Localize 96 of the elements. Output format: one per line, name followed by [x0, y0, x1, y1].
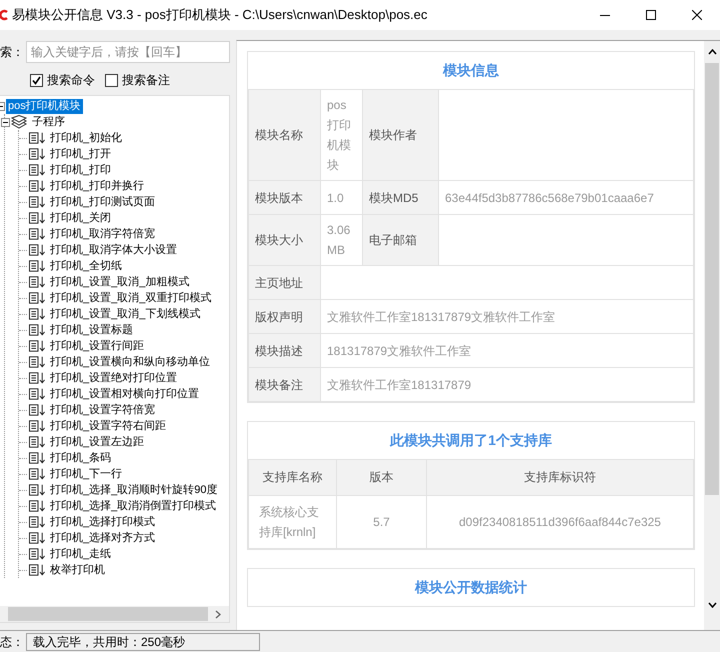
document-arrow-icon	[29, 516, 46, 528]
tree-item[interactable]: 打印机_设置_取消_加粗模式	[48, 274, 192, 290]
document-arrow-icon	[29, 260, 46, 272]
document-arrow-icon	[29, 292, 46, 304]
checkbox[interactable]: 搜索命令	[30, 72, 95, 89]
tree-item[interactable]: 打印机_初始化	[48, 130, 124, 146]
tree-item[interactable]: 打印机_设置行间距	[48, 338, 146, 354]
tree-item[interactable]: 打印机_设置绝对打印位置	[48, 370, 180, 386]
document-arrow-icon	[29, 404, 46, 416]
window-title: 易模块公开信息 V3.3 - pos打印机模块 - C:\Users\cnwan\Desktop\pos.ec	[12, 6, 428, 24]
document-arrow-icon	[29, 196, 46, 208]
table-cell: 系统核心支持库[krnln]	[248, 496, 336, 548]
scrollbar-thumb[interactable]	[705, 63, 719, 495]
field-value: 63e44f5d3b87786c568e79b01caaa6e7	[438, 180, 694, 214]
maximize-icon	[646, 10, 656, 20]
document-arrow-icon	[29, 468, 46, 480]
table-cell: d09f2340818511d396f6aaf844c7e325	[426, 496, 694, 548]
close-icon	[692, 10, 702, 20]
document-arrow-icon	[29, 164, 46, 176]
field-label: 电子邮箱	[362, 214, 438, 266]
tree-item[interactable]: 打印机_设置字符倍宽	[48, 402, 158, 418]
status-label: 态：	[0, 634, 25, 650]
tree-item[interactable]: 打印机_设置横向和纵向移动单位	[48, 354, 212, 370]
status-text: 载入完毕，共用时：250毫秒	[26, 633, 260, 651]
tree-item[interactable]: 打印机_设置左边距	[48, 434, 146, 450]
checkmark-icon	[32, 76, 41, 85]
document-arrow-icon	[29, 452, 46, 464]
document-arrow-icon	[29, 548, 46, 560]
document-arrow-icon	[29, 308, 46, 320]
field-value: 文雅软件工作室181317879文雅软件工作室	[320, 300, 694, 334]
tree-item[interactable]: 打印机_全切纸	[48, 258, 124, 274]
checkbox[interactable]: 搜索备注	[105, 72, 170, 89]
field-label: 模块MD5	[362, 180, 438, 214]
document-arrow-icon	[29, 356, 46, 368]
tree-item[interactable]: 打印机_选择_取消顺时针旋转90度	[48, 482, 220, 498]
tree-item[interactable]: 打印机_设置_取消_下划线模式	[48, 306, 202, 322]
column-header: 支持库标识符	[426, 460, 694, 496]
document-arrow-icon	[29, 532, 46, 544]
collapse-icon[interactable]	[1, 118, 10, 126]
tree-item[interactable]: 打印机_打印测试页面	[48, 194, 158, 210]
document-arrow-icon	[29, 132, 46, 144]
field-label: 模块描述	[248, 334, 320, 368]
tree-item[interactable]: 打印机_打开	[48, 146, 114, 162]
document-arrow-icon	[29, 180, 46, 192]
tree-item[interactable]: 打印机_下一行	[48, 466, 124, 482]
tree-item[interactable]: 打印机_设置标题	[48, 322, 136, 338]
tree-item[interactable]: 枚举打印机	[48, 562, 107, 578]
document-arrow-icon	[29, 340, 46, 352]
scrollbar-thumb[interactable]	[8, 607, 208, 621]
tree-item[interactable]: 打印机_打印	[48, 162, 114, 178]
tree-item[interactable]: 打印机_取消字符倍宽	[48, 226, 158, 242]
app-icon	[0, 9, 8, 21]
tree-item[interactable]: 子程序	[30, 114, 67, 130]
document-arrow-icon	[29, 276, 46, 288]
tree-item[interactable]: 打印机_选择打印模式	[48, 514, 158, 530]
tree-item[interactable]: 打印机_选择_取消消倒置打印模式	[48, 498, 218, 514]
search-label: 索：	[0, 44, 25, 60]
document-arrow-icon	[29, 212, 46, 224]
card-title: 模块信息	[442, 60, 500, 80]
document-arrow-icon	[29, 372, 46, 384]
document-arrow-icon	[29, 244, 46, 256]
tree-item[interactable]: 打印机_设置_取消_双重打印模式	[48, 290, 214, 306]
document-arrow-icon	[29, 484, 46, 496]
column-header: 版本	[336, 460, 426, 496]
document-arrow-icon	[29, 500, 46, 512]
column-header: 支持库名称	[248, 460, 336, 496]
document-arrow-icon	[29, 324, 46, 336]
table-cell: 5.7	[336, 496, 426, 548]
field-label: 模块作者	[362, 90, 438, 180]
tree-item[interactable]: 打印机_打印并换行	[48, 178, 146, 194]
field-value: 文雅软件工作室181317879	[320, 368, 694, 402]
field-label: 主页地址	[248, 266, 320, 300]
document-arrow-icon	[29, 564, 46, 576]
tree-item[interactable]: pos打印机模块	[6, 98, 83, 114]
field-label: 模块大小	[248, 214, 320, 266]
document-arrow-icon	[29, 388, 46, 400]
card-title: 此模块共调用了1个支持库	[388, 430, 553, 450]
tree-item[interactable]: 打印机_关闭	[48, 210, 114, 226]
tree-item[interactable]: 打印机_走纸	[48, 546, 114, 562]
stack-icon	[11, 115, 27, 129]
document-arrow-icon	[29, 148, 46, 160]
field-label: 模块版本	[248, 180, 320, 214]
tree-item[interactable]: 打印机_设置字符右间距	[48, 418, 168, 434]
field-label: 模块备注	[248, 368, 320, 402]
document-arrow-icon	[29, 436, 46, 448]
card-title: 模块公开数据统计	[414, 578, 528, 596]
tree-item[interactable]: 打印机_设置相对横向打印位置	[48, 386, 202, 402]
search-field[interactable]: 输入关键字后，请按【回车】	[26, 41, 230, 63]
document-arrow-icon	[29, 420, 46, 432]
field-label: 模块名称	[248, 90, 320, 180]
tree-item[interactable]: 打印机_条码	[48, 450, 114, 466]
field-value: 181317879文雅软件工作室	[320, 334, 694, 368]
field-label: 版权声明	[248, 300, 320, 334]
document-arrow-icon	[29, 228, 46, 240]
tree-item[interactable]: 打印机_取消字体大小设置	[48, 242, 180, 258]
tree-item[interactable]: 打印机_选择对齐方式	[48, 530, 158, 546]
